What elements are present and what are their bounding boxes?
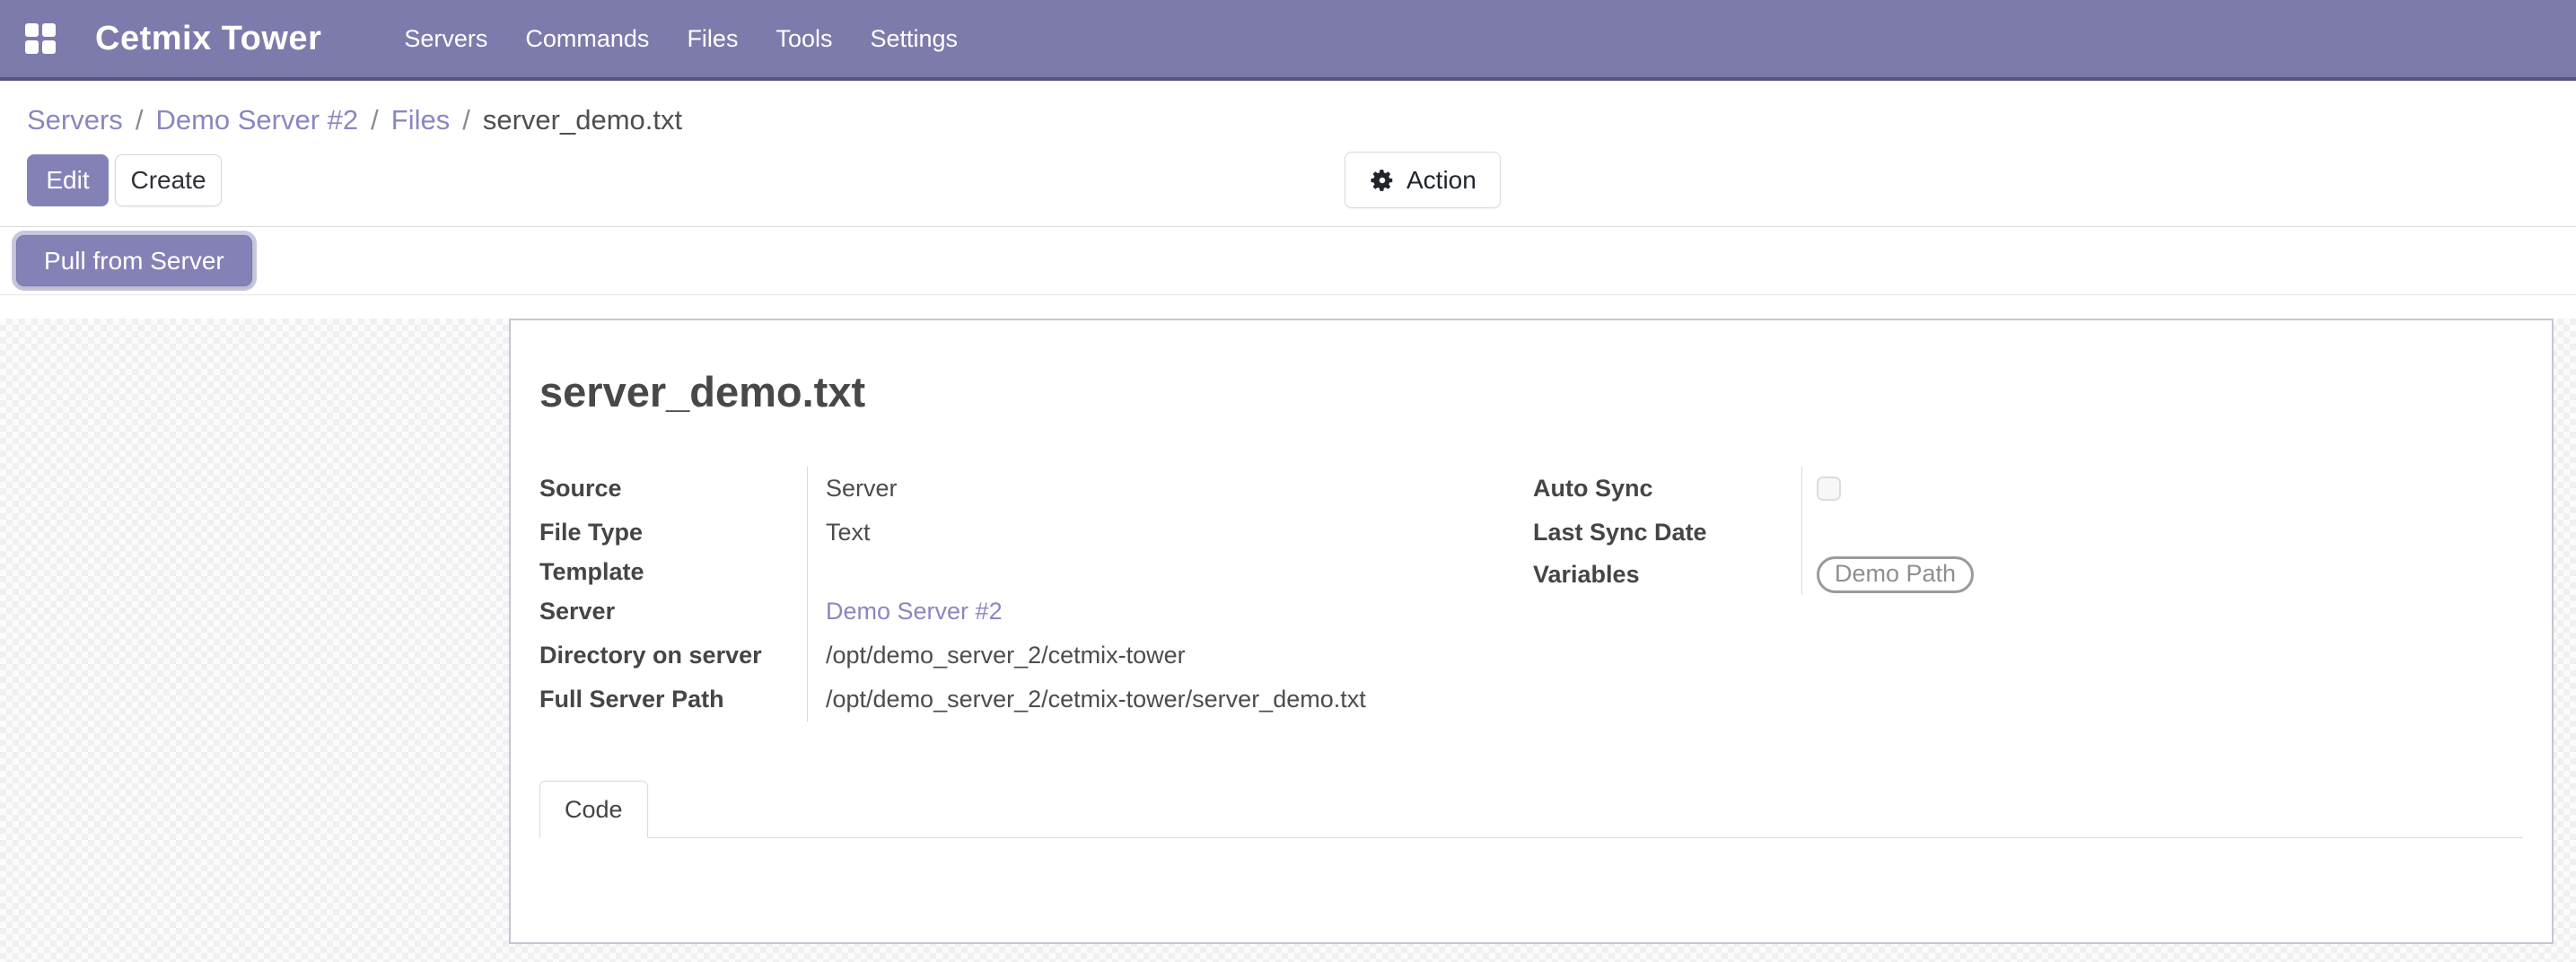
field-row-auto-sync: Auto Sync — [1533, 467, 2523, 511]
field-label-auto-sync: Auto Sync — [1533, 475, 1801, 503]
field-value-directory: /opt/demo_server_2/cetmix-tower — [807, 634, 1533, 678]
field-label-file-type: File Type — [539, 519, 807, 547]
form-view-background: server_demo.txt Source Server File Type … — [0, 319, 2576, 962]
field-label-server: Server — [539, 598, 807, 625]
edit-button[interactable]: Edit — [27, 154, 109, 206]
notebook-tabs: Code — [539, 781, 2523, 838]
field-value-file-type: Text — [807, 511, 1533, 555]
field-label-template: Template — [539, 558, 807, 586]
field-value-auto-sync — [1801, 467, 2523, 511]
field-row-file-type: File Type Text — [539, 511, 1533, 555]
breadcrumb-demo-server-2[interactable]: Demo Server #2 — [155, 104, 358, 136]
variable-tag: Demo Path — [1817, 556, 1974, 593]
field-value-source: Server — [807, 467, 1533, 511]
gear-icon — [1369, 167, 1396, 194]
field-label-last-sync-date: Last Sync Date — [1533, 519, 1801, 547]
field-row-server: Server Demo Server #2 — [539, 590, 1533, 634]
pull-from-server-button[interactable]: Pull from Server — [16, 235, 252, 286]
record-title: server_demo.txt — [539, 367, 2523, 416]
server-record-link[interactable]: Demo Server #2 — [826, 598, 1003, 625]
field-value-variables: Demo Path — [1801, 555, 2523, 594]
field-row-directory: Directory on server /opt/demo_server_2/c… — [539, 634, 1533, 678]
field-group-right: Auto Sync Last Sync Date Variables Demo … — [1533, 467, 2523, 722]
field-value-last-sync-date — [1801, 511, 2523, 555]
field-value-server: Demo Server #2 — [807, 590, 1533, 634]
field-groups: Source Server File Type Text Template Se… — [539, 467, 2523, 722]
menu-tools[interactable]: Tools — [775, 25, 832, 53]
action-menu-button[interactable]: Action — [1345, 152, 1501, 208]
tab-code[interactable]: Code — [539, 781, 648, 838]
field-value-template — [807, 555, 1533, 590]
field-value-full-server-path: /opt/demo_server_2/cetmix-tower/server_d… — [807, 678, 1533, 722]
breadcrumb-separator: / — [371, 104, 379, 136]
field-label-variables: Variables — [1533, 561, 1801, 589]
field-row-source: Source Server — [539, 467, 1533, 511]
notebook: Code — [539, 781, 2523, 935]
breadcrumb-separator: / — [136, 104, 144, 136]
field-row-template: Template — [539, 555, 1533, 590]
breadcrumb-current: server_demo.txt — [483, 104, 682, 136]
field-row-variables: Variables Demo Path — [1533, 555, 2523, 594]
field-label-full-server-path: Full Server Path — [539, 686, 807, 713]
create-button[interactable]: Create — [115, 154, 222, 206]
breadcrumb-servers[interactable]: Servers — [27, 104, 123, 136]
notebook-page-code — [539, 838, 2523, 935]
field-group-left: Source Server File Type Text Template Se… — [539, 467, 1533, 722]
breadcrumb: Servers / Demo Server #2 / Files / serve… — [0, 81, 2576, 136]
menu-commands[interactable]: Commands — [525, 25, 649, 53]
action-button-label: Action — [1406, 166, 1476, 195]
control-panel-buttons: Edit Create Action — [0, 136, 2576, 226]
menu-settings[interactable]: Settings — [870, 25, 958, 53]
breadcrumb-files[interactable]: Files — [391, 104, 450, 136]
field-row-full-server-path: Full Server Path /opt/demo_server_2/cetm… — [539, 678, 1533, 722]
apps-grid-icon[interactable] — [25, 23, 56, 54]
field-label-source: Source — [539, 475, 807, 503]
menu-servers[interactable]: Servers — [404, 25, 487, 53]
breadcrumb-separator: / — [462, 104, 470, 136]
control-panel: Servers / Demo Server #2 / Files / serve… — [0, 81, 2576, 295]
top-navbar: Cetmix Tower Servers Commands Files Tool… — [0, 0, 2576, 81]
main-menu: Servers Commands Files Tools Settings — [404, 25, 958, 53]
status-bar: Pull from Server — [0, 226, 2576, 295]
app-brand[interactable]: Cetmix Tower — [95, 20, 321, 58]
auto-sync-checkbox[interactable] — [1817, 477, 1841, 501]
menu-files[interactable]: Files — [687, 25, 738, 53]
field-row-last-sync-date: Last Sync Date — [1533, 511, 2523, 555]
field-label-directory: Directory on server — [539, 642, 807, 669]
form-sheet: server_demo.txt Source Server File Type … — [509, 319, 2554, 944]
